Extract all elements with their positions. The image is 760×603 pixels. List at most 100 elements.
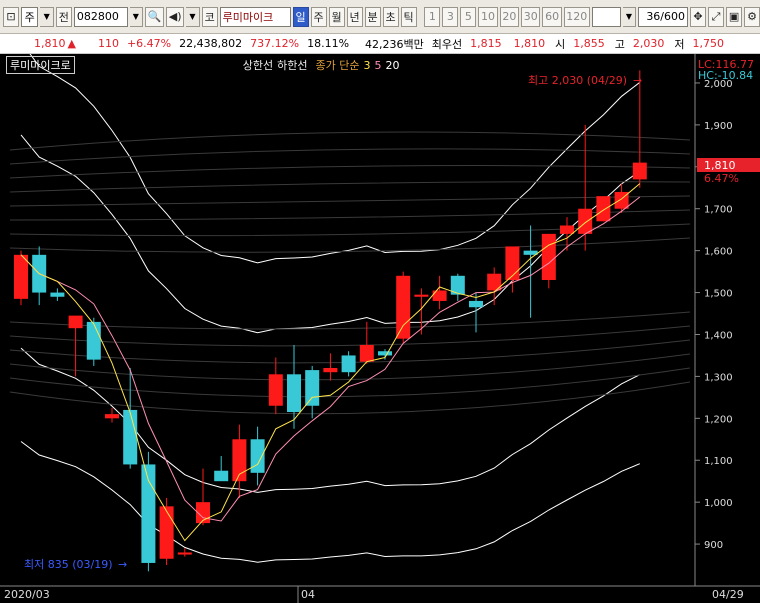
toolbar: ⊡ 주 ▼ 전 082800 ▼ 🔍 ◀) ▼ 코 루미마이크 일 주 월 년 … xyxy=(0,0,760,34)
interval-30-button[interactable]: 30 xyxy=(521,6,541,27)
candle-body xyxy=(177,552,192,555)
candle-body xyxy=(632,162,647,180)
price-change: 110 xyxy=(97,37,119,50)
y-tick-label: 1,900 xyxy=(704,121,733,132)
y-tick-label: 1,200 xyxy=(704,414,733,425)
candle-body xyxy=(268,374,283,406)
period-minute-button[interactable]: 분 xyxy=(364,6,381,27)
period-year-button[interactable]: 년 xyxy=(346,6,363,27)
y-tick-label: 1,700 xyxy=(704,205,733,216)
candle-body xyxy=(305,370,320,406)
chevron-down-icon[interactable]: ▼ xyxy=(40,6,54,27)
low-annotation: 최저 835 (03/19) xyxy=(24,558,113,571)
chart-legend: 루미마이크로 상한선 하한선 종가 단순 3 5 20 xyxy=(6,56,399,74)
legend-ma-label[interactable]: 종가 단순 xyxy=(315,57,359,73)
search-icon[interactable]: 🔍 xyxy=(144,6,165,27)
best-label: 최우선 xyxy=(431,37,463,51)
low-price: 1,750 xyxy=(692,37,725,50)
sound-icon[interactable]: ◀) xyxy=(166,6,185,27)
sound-dropdown-icon[interactable]: ▼ xyxy=(186,6,200,27)
candle-body xyxy=(432,290,447,301)
best-ask: 1,815 xyxy=(470,37,502,50)
interval-1-button[interactable]: 1 xyxy=(424,6,441,27)
current-pct-label: 6.47% xyxy=(704,172,739,185)
low-arrow-icon: → xyxy=(118,558,127,571)
candle-body xyxy=(578,208,593,234)
high-label: 고 xyxy=(614,37,625,51)
save-icon[interactable]: ▣ xyxy=(726,6,743,27)
candle-body xyxy=(14,254,28,299)
period-week-button[interactable]: 주 xyxy=(310,6,327,27)
candle-body xyxy=(105,414,119,419)
interval-60-button[interactable]: 60 xyxy=(542,6,562,27)
period-day-button[interactable]: 일 xyxy=(292,6,309,27)
y-tick-label: 1,000 xyxy=(704,498,733,509)
legend-title[interactable]: 루미마이크로 xyxy=(6,56,75,74)
candle-body xyxy=(323,368,338,373)
interval-5-button[interactable]: 5 xyxy=(460,6,477,27)
x-label-apr: 04 xyxy=(301,588,315,601)
compare-icon[interactable]: ⤢ xyxy=(708,6,725,27)
high-price: 2,030 xyxy=(632,37,665,50)
open-label: 시 xyxy=(555,37,566,51)
period-month-button[interactable]: 월 xyxy=(328,6,345,27)
x-label-start: 2020/03 xyxy=(4,588,50,601)
y-tick-label: 1,300 xyxy=(704,372,733,383)
candle-body xyxy=(86,321,101,360)
current-price: 1,810 xyxy=(34,37,66,50)
low-label: 저 xyxy=(674,37,685,51)
current-price-label: 1,810 xyxy=(704,159,736,172)
volume-pct: 737.12% xyxy=(250,37,300,50)
crosshair-icon[interactable]: ✥ xyxy=(690,6,707,27)
candle-body xyxy=(341,355,356,373)
candle-body xyxy=(287,374,301,413)
interval-dropdown-icon[interactable]: ▼ xyxy=(622,6,637,27)
high-annotation: 최고 2,030 (04/29) xyxy=(528,74,627,87)
turnover: 18.11% xyxy=(307,37,350,50)
price-chart[interactable]: 900 1,000 1,100 1,200 1,300 1,400 1,500 1,600 1,… xyxy=(0,54,760,603)
legend-ma-5: 5 xyxy=(374,58,382,72)
period-tick-button[interactable]: 틱 xyxy=(400,6,417,27)
price-change-pct: +6.47% xyxy=(126,37,172,50)
candle-body xyxy=(414,294,429,297)
stock-name: 루미마이크 xyxy=(219,6,291,27)
candle-body xyxy=(50,292,65,297)
chart-background xyxy=(0,54,760,603)
code-input[interactable]: 082800 xyxy=(73,6,128,27)
high-arrow-icon: → xyxy=(633,74,642,87)
y-tick-label: 1,500 xyxy=(704,289,733,300)
gear-icon[interactable]: ⚙ xyxy=(744,6,760,27)
interval-custom-input[interactable] xyxy=(591,6,621,27)
market-badge: 코 xyxy=(201,6,218,27)
interval-20-button[interactable]: 20 xyxy=(499,6,520,27)
y-tick-label: 900 xyxy=(704,540,723,551)
candle-body xyxy=(159,506,174,559)
mode-select[interactable]: 주 xyxy=(21,6,39,27)
volume: 22,438,802 xyxy=(179,37,243,50)
quote-bar: 1,810 ▲ 110 +6.47% 22,438,802 737.12% 18… xyxy=(0,34,760,54)
candle-body xyxy=(214,470,229,482)
y-tick-label: 1,600 xyxy=(704,247,733,258)
legend-ma-3: 3 xyxy=(363,58,371,72)
period-second-button[interactable]: 초 xyxy=(382,6,399,27)
candle-body xyxy=(378,351,392,356)
up-triangle-icon: ▲ xyxy=(67,37,76,50)
candle-body xyxy=(541,233,556,280)
legend-lower[interactable]: 하한선 xyxy=(277,57,307,73)
y-tick-label: 1,100 xyxy=(704,456,733,467)
window-icon[interactable]: ⊡ xyxy=(3,6,19,27)
code-dropdown-icon[interactable]: ▼ xyxy=(129,6,143,27)
best-bid: 1,810 xyxy=(513,37,546,50)
count-input[interactable]: 36/600 xyxy=(638,6,689,27)
candle-body xyxy=(505,246,520,280)
candle-body xyxy=(560,225,574,234)
candle-body xyxy=(396,275,411,339)
interval-120-button[interactable]: 120 xyxy=(563,6,590,27)
interval-10-button[interactable]: 10 xyxy=(478,6,498,27)
open-price: 1,855 xyxy=(573,37,605,50)
type-button[interactable]: 전 xyxy=(55,6,72,27)
trade-amount: 42,236백만 xyxy=(365,37,424,51)
candle-body xyxy=(250,439,265,473)
legend-upper[interactable]: 상한선 xyxy=(243,57,273,73)
interval-3-button[interactable]: 3 xyxy=(442,6,459,27)
